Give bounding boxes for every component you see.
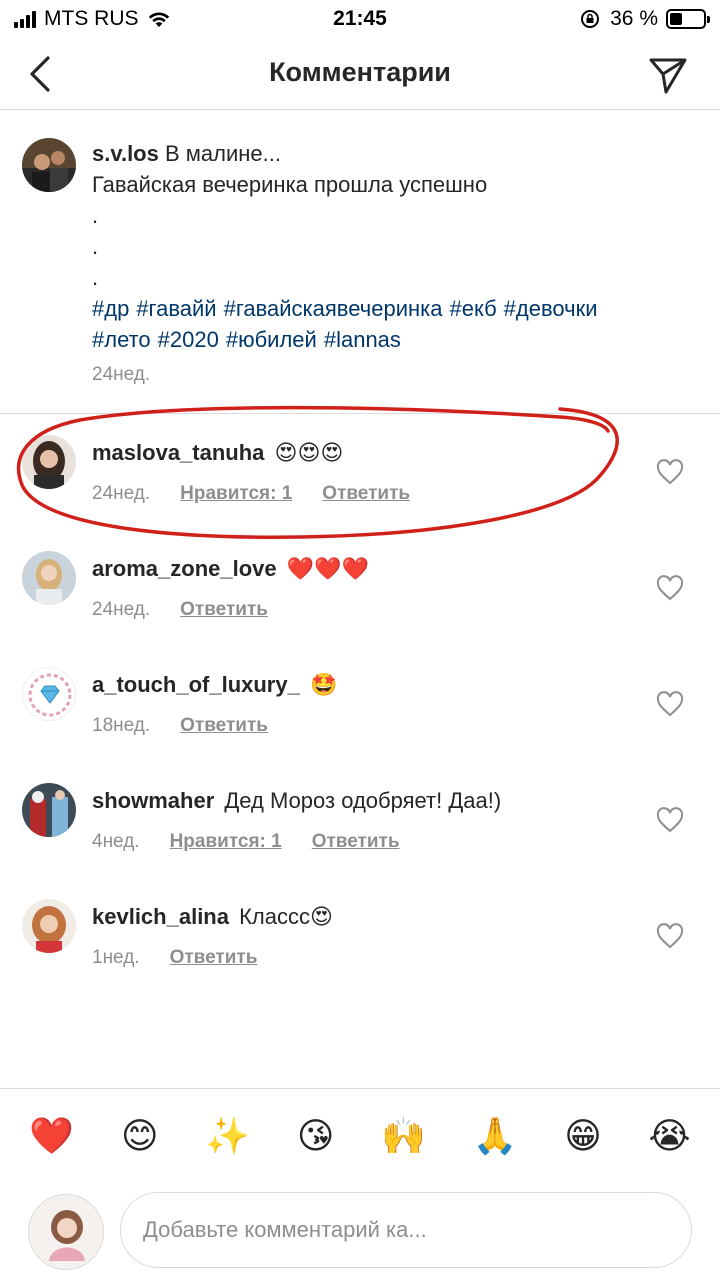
- rotation-lock-icon: [581, 10, 600, 28]
- avatar[interactable]: [22, 138, 76, 192]
- hashtag-link[interactable]: #др: [92, 296, 129, 321]
- emoji-cry[interactable]: 😭: [649, 1115, 691, 1159]
- hashtag-link[interactable]: #екб: [449, 296, 496, 321]
- hashtag-link[interactable]: #девочки: [504, 296, 598, 321]
- caption-dot: .: [92, 265, 99, 290]
- avatar[interactable]: [22, 435, 76, 489]
- caption-dot: .: [92, 234, 99, 259]
- caption-line-1: В малине...: [164, 141, 281, 166]
- avatar[interactable]: [22, 783, 76, 837]
- comment-username[interactable]: showmaher: [92, 788, 214, 813]
- emoji-kiss[interactable]: 😘: [297, 1115, 335, 1159]
- avatar[interactable]: [22, 551, 76, 605]
- battery-percent: 36 %: [610, 7, 658, 30]
- comment-item: a_touch_of_luxury_ 🤩 18нед. Ответить: [0, 647, 720, 763]
- reply-button[interactable]: Ответить: [170, 947, 258, 969]
- battery-fill: [670, 13, 682, 25]
- comment-text: Классс😍: [239, 904, 333, 929]
- emoji-pray[interactable]: 🙏: [473, 1115, 518, 1159]
- comment-username[interactable]: a_touch_of_luxury_: [92, 672, 300, 697]
- comment-meta: 24нед. Нравится: 1 Ответить: [92, 483, 440, 505]
- emoji-heart[interactable]: ❤️: [29, 1115, 74, 1159]
- comment-username[interactable]: aroma_zone_love: [92, 556, 277, 581]
- reply-button[interactable]: Ответить: [180, 599, 268, 621]
- hashtag-link[interactable]: #2020: [158, 327, 219, 352]
- comment-item: aroma_zone_love ❤️❤️❤️ 24нед. Ответить: [0, 531, 720, 647]
- comment-body: aroma_zone_love ❤️❤️❤️: [92, 553, 632, 585]
- header: Комментарии: [0, 40, 720, 110]
- comment-body: showmaher Дед Мороз одобряет! Даа!): [92, 785, 632, 817]
- status-right: 36 %: [580, 7, 710, 31]
- battery-icon: [666, 9, 710, 29]
- comment-text: 🤩: [309, 672, 338, 697]
- comment-time: 24нед.: [92, 483, 151, 504]
- avatar[interactable]: [22, 667, 76, 721]
- comment-input[interactable]: [120, 1192, 692, 1268]
- comment-time: 4нед.: [92, 831, 140, 852]
- comment-meta: 24нед. Ответить: [92, 599, 298, 621]
- comment-meta: 18нед. Ответить: [92, 715, 298, 737]
- emoji-bar: ❤️ 😊 ✨ 😘 🙌 🙏 😁 😭: [0, 1088, 720, 1184]
- comment-item: kevlich_alina Классс😍 1нед. Ответить: [0, 879, 720, 995]
- avatar: [28, 1194, 104, 1270]
- emoji-smile[interactable]: 😊: [121, 1115, 159, 1159]
- avatar[interactable]: [22, 899, 76, 953]
- comment-composer: [0, 1184, 720, 1280]
- likes-count-link[interactable]: Нравится: 1: [170, 831, 282, 853]
- caption-line-2: Гавайская вечеринка прошла успешно: [92, 172, 488, 197]
- comment-body: maslova_tanuha 😍😍😍: [92, 437, 632, 469]
- hashtag-link[interactable]: #юбилей: [226, 327, 317, 352]
- comment-meta: 4нед. Нравится: 1 Ответить: [92, 831, 430, 853]
- reply-button[interactable]: Ответить: [180, 715, 268, 737]
- emoji-sparkles[interactable]: ✨: [205, 1115, 250, 1159]
- heart-icon[interactable]: [656, 575, 684, 601]
- comment-time: 18нед.: [92, 715, 151, 736]
- comment-body: a_touch_of_luxury_ 🤩: [92, 669, 632, 701]
- likes-count-link[interactable]: Нравится: 1: [180, 483, 292, 505]
- hashtag-link[interactable]: #гавайй: [136, 296, 216, 321]
- comment-time: 24нед.: [92, 599, 151, 620]
- paper-plane-icon: [649, 58, 687, 94]
- comment-time: 1нед.: [92, 947, 140, 968]
- caption-dot: .: [92, 203, 99, 228]
- comment-text: Дед Мороз одобряет! Даа!): [224, 788, 502, 813]
- emoji-grin[interactable]: 😁: [564, 1115, 602, 1159]
- page-title: Комментарии: [269, 57, 451, 87]
- caption-time: 24нед.: [92, 364, 151, 385]
- post-caption: s.v.los В малине... Гавайская вечеринка …: [0, 110, 720, 414]
- status-bar: MTS RUS 21:45 36 %: [0, 0, 720, 40]
- comment-item: showmaher Дед Мороз одобряет! Даа!) 4нед…: [0, 763, 720, 879]
- comment-username[interactable]: maslova_tanuha: [92, 440, 264, 465]
- comment-username[interactable]: kevlich_alina: [92, 904, 229, 929]
- comment-item: maslova_tanuha 😍😍😍 24нед. Нравится: 1 От…: [0, 415, 720, 531]
- heart-icon[interactable]: [656, 691, 684, 717]
- hashtag-link[interactable]: #гавайскаявечеринка: [224, 296, 443, 321]
- hashtag-link[interactable]: #лето: [92, 327, 151, 352]
- heart-icon[interactable]: [656, 923, 684, 949]
- caption-text: s.v.los В малине... Гавайская вечеринка …: [92, 138, 702, 355]
- caption-username[interactable]: s.v.los: [92, 141, 159, 166]
- share-button[interactable]: [646, 52, 690, 96]
- emoji-raised-hands[interactable]: 🙌: [381, 1115, 426, 1159]
- comment-body: kevlich_alina Классс😍: [92, 901, 632, 933]
- hashtags: #др #гавайй #гавайскаявечеринка #екб #девочк…: [92, 293, 702, 355]
- heart-icon[interactable]: [656, 459, 684, 485]
- comment-meta: 1нед. Ответить: [92, 947, 287, 969]
- comment-text: ❤️❤️❤️: [286, 556, 369, 581]
- reply-button[interactable]: Ответить: [322, 483, 410, 505]
- hashtag-link[interactable]: #lannas: [324, 327, 401, 352]
- heart-icon[interactable]: [656, 807, 684, 833]
- comment-text: 😍😍😍: [274, 440, 344, 465]
- reply-button[interactable]: Ответить: [312, 831, 400, 853]
